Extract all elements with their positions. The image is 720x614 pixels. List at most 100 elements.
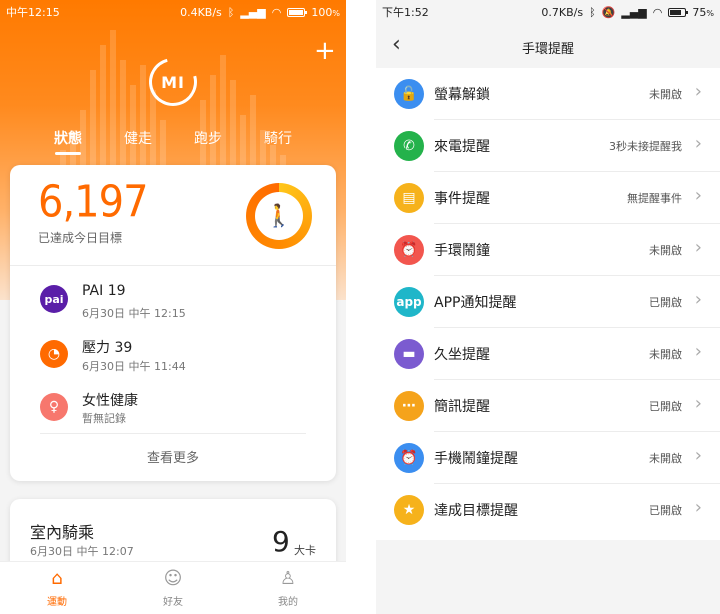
nav-friends[interactable]: ☺ 好友 [143, 568, 203, 608]
goal-badge-icon: ★ [394, 495, 424, 525]
list-item-sedentary-reminder[interactable]: ▬ 久坐提醒 未開啟 › [376, 328, 720, 380]
nav-friends-label: 好友 [163, 597, 183, 608]
reminder-list: 🔓 螢幕解鎖 未開啟 › ✆ 來電提醒 3秒未接提醒我 › ▤ 事件提醒 無提醒… [376, 68, 720, 540]
walking-person-icon: 🚶 [265, 203, 293, 229]
item-label: 手環鬧鐘 [434, 243, 490, 259]
nav-profile[interactable]: ♙ 我的 [258, 568, 318, 608]
profile-icon: ♙ [279, 568, 297, 589]
mute-icon: 🔕 [601, 5, 616, 19]
list-item-call-reminder[interactable]: ✆ 來電提醒 3秒未接提醒我 › [376, 120, 720, 172]
tab-walking[interactable]: 健走 [108, 128, 168, 148]
pai-time: 6月30日 中午 12:15 [82, 307, 186, 320]
female-health-status: 暫無記錄 [82, 412, 126, 425]
list-item-screen-unlock[interactable]: 🔓 螢幕解鎖 未開啟 › [376, 68, 720, 120]
chevron-right-icon: › [694, 133, 702, 154]
chevron-right-icon: › [694, 289, 702, 310]
pai-title: PAI 19 [82, 283, 126, 299]
mi-logo: MI [161, 72, 185, 92]
bluetooth-icon: ᛒ [227, 5, 235, 19]
right-phone-screen: 下午1:52 0.7KB/s ᛒ 🔕 ▂▄▆ ◠ 75% ‹ 手環提醒 🔓 螢幕… [376, 0, 720, 614]
activity-tabs: 狀態 健走 跑步 騎行 [0, 128, 346, 158]
item-label: 久坐提醒 [434, 347, 490, 363]
status-bar: 中午12:15 0.4KB/s ᛒ ▂▄▆ ◠ 100% [0, 0, 346, 24]
item-value: 未開啟 [649, 244, 682, 257]
list-item-sms-reminder[interactable]: ⋯ 簡訊提醒 已開啟 › [376, 380, 720, 432]
chevron-right-icon: › [694, 445, 702, 466]
page-header: ‹ 手環提醒 [376, 24, 720, 68]
home-icon: ⌂ [51, 568, 63, 589]
item-value: 3秒未接提醒我 [609, 140, 682, 153]
item-label: 簡訊提醒 [434, 399, 490, 415]
list-item-band-alarm[interactable]: ⏰ 手環鬧鐘 未開啟 › [376, 224, 720, 276]
tab-status[interactable]: 狀態 [38, 128, 98, 155]
sofa-icon: ▬ [394, 339, 424, 369]
nav-profile-label: 我的 [278, 597, 298, 608]
card-divider-bottom [40, 433, 306, 434]
signal-icon: ▂▄▆ [240, 5, 266, 19]
list-item-app-notification[interactable]: app APP通知提醒 已開啟 › [376, 276, 720, 328]
chevron-right-icon: › [694, 185, 702, 206]
card-divider [10, 265, 336, 266]
chevron-right-icon: › [694, 497, 702, 518]
list-item-goal-reminder[interactable]: ★ 達成目標提醒 已開啟 › [376, 484, 720, 536]
list-item-phone-alarm[interactable]: ⏰ 手機鬧鐘提醒 未開啟 › [376, 432, 720, 484]
chevron-right-icon: › [694, 81, 702, 102]
nav-exercise-label: 運動 [47, 597, 67, 608]
left-phone-screen: 中午12:15 0.4KB/s ᛒ ▂▄▆ ◠ 100% MI + 狀態 健走 … [0, 0, 346, 614]
battery-level: 100 [311, 5, 333, 19]
item-label: 手機鬧鐘提醒 [434, 451, 518, 467]
ride-calories: 9 [272, 525, 290, 558]
bluetooth-icon: ᛒ [589, 5, 596, 19]
item-label: 達成目標提醒 [434, 503, 518, 519]
ride-title: 室內騎乘 [30, 523, 95, 542]
alarm-icon: ⏰ [394, 235, 424, 265]
chevron-right-icon: › [694, 393, 702, 414]
status-card[interactable]: 6,197 已達成今日目標 🚶 pai PAI 19 6月30日 中午 12:1… [10, 165, 336, 481]
signal-icon: ▂▄▆ [621, 5, 647, 19]
item-value: 未開啟 [649, 348, 682, 361]
tab-running[interactable]: 跑步 [178, 128, 238, 148]
battery-icon [668, 7, 689, 17]
add-plus-icon[interactable]: + [314, 38, 336, 64]
chevron-right-icon: › [694, 341, 702, 362]
stress-time: 6月30日 中午 11:44 [82, 360, 186, 373]
battery-level-right: 75 [692, 5, 707, 19]
unlock-icon: 🔓 [394, 79, 424, 109]
stress-gauge-icon: ◔ [40, 340, 68, 368]
view-more-button[interactable]: 查看更多 [10, 447, 336, 466]
tab-cycling[interactable]: 騎行 [248, 128, 308, 148]
page-title: 手環提醒 [521, 42, 574, 57]
ride-time: 6月30日 中午 12:07 [30, 545, 134, 558]
alarm-clock-icon: ⏰ [394, 443, 424, 473]
item-label: 螢幕解鎖 [434, 87, 490, 103]
item-label: 來電提醒 [434, 139, 490, 155]
step-count: 6,197 [38, 177, 149, 228]
calendar-icon: ▤ [394, 183, 424, 213]
battery-icon [287, 7, 308, 17]
friends-icon: ☺ [163, 568, 183, 589]
item-value: 已開啟 [649, 296, 682, 309]
list-item-event-reminder[interactable]: ▤ 事件提醒 無提醒事件 › [376, 172, 720, 224]
item-value: 已開啟 [649, 400, 682, 413]
item-label: APP通知提醒 [434, 295, 517, 311]
bottom-navigation: ⌂ 運動 ☺ 好友 ♙ 我的 [0, 561, 346, 614]
network-speed: 0.4KB/s [180, 5, 222, 19]
pai-icon: pai [40, 285, 68, 313]
wifi-icon: ◠ [652, 5, 663, 19]
nav-exercise[interactable]: ⌂ 運動 [27, 568, 87, 608]
network-speed-right: 0.7KB/s [541, 5, 584, 19]
phone-icon: ✆ [394, 131, 424, 161]
wifi-icon: ◠ [271, 5, 282, 19]
item-value: 已開啟 [649, 504, 682, 517]
female-health-title: 女性健康 [82, 393, 138, 409]
status-time-right: 下午1:52 [382, 6, 429, 19]
message-icon: ⋯ [394, 391, 424, 421]
ride-calories-unit: 大卡 [294, 544, 316, 557]
status-time: 中午12:15 [6, 6, 60, 19]
stress-title: 壓力 39 [82, 340, 133, 356]
status-bar-right: 下午1:52 0.7KB/s ᛒ 🔕 ▂▄▆ ◠ 75% [376, 0, 720, 24]
battery-unit-right: % [706, 8, 714, 18]
app-icon: app [394, 287, 424, 317]
item-value: 未開啟 [649, 452, 682, 465]
female-icon: ♀ [40, 393, 68, 421]
